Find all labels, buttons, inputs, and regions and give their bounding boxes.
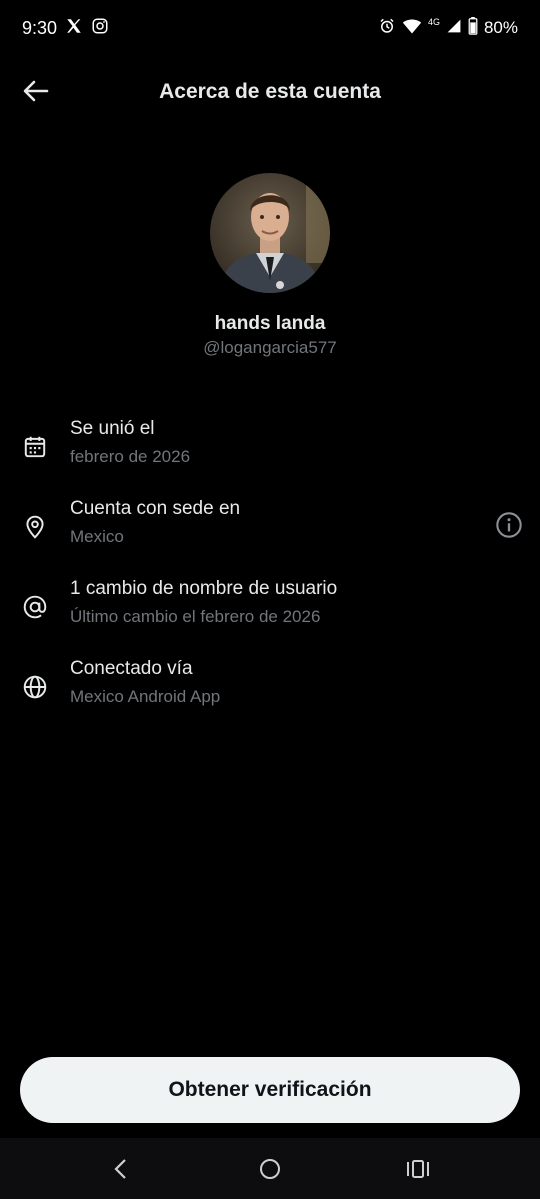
battery-icon [468, 16, 478, 40]
profile-handle: @logangarcia577 [203, 338, 337, 357]
nav-home-button[interactable] [253, 1152, 287, 1186]
x-logo-icon [65, 17, 83, 40]
globe-icon [20, 672, 50, 702]
info-title: 1 cambio de nombre de usuario [70, 578, 338, 599]
page-title: Acerca de esta cuenta [159, 80, 381, 103]
info-title: Conectado vía [70, 658, 193, 679]
signal-icon [446, 17, 462, 40]
get-verified-button[interactable]: Obtener verificación [20, 1057, 520, 1123]
info-row-joined: Se unió el febrero de 2026 [0, 418, 540, 484]
info-subtitle: febrero de 2026 [70, 447, 191, 466]
avatar[interactable] [210, 173, 330, 293]
nav-recents-button[interactable] [401, 1152, 435, 1186]
status-bar: 9:30 4G 80% [0, 0, 540, 56]
at-sign-icon [20, 592, 50, 622]
system-nav-bar [0, 1138, 540, 1199]
location-pin-icon [20, 512, 50, 542]
status-time: 9:30 [22, 17, 58, 38]
info-title: Se unió el [70, 418, 155, 439]
status-left: 9:30 [22, 17, 109, 40]
wifi-icon [402, 17, 422, 40]
info-row-username-changes: 1 cambio de nombre de usuario Último cam… [0, 578, 540, 644]
status-right: 4G 80% [378, 16, 518, 40]
info-subtitle: Mexico [70, 527, 124, 546]
info-title: Cuenta con sede en [70, 498, 241, 519]
calendar-icon [20, 432, 50, 462]
info-subtitle: Último cambio el febrero de 2026 [70, 607, 321, 626]
info-row-location: Cuenta con sede en Mexico [0, 498, 540, 564]
info-icon[interactable] [494, 510, 524, 540]
instagram-icon [91, 17, 109, 40]
alarm-icon [378, 17, 396, 40]
profile-name: hands landa [214, 313, 326, 334]
network-type: 4G [427, 17, 440, 27]
header: Acerca de esta cuenta [0, 66, 540, 120]
nav-back-button[interactable] [104, 1152, 138, 1186]
info-subtitle: Mexico Android App [70, 687, 221, 706]
info-row-connected-via: Conectado vía Mexico Android App [0, 658, 540, 724]
battery-percent: 80% [483, 18, 518, 37]
